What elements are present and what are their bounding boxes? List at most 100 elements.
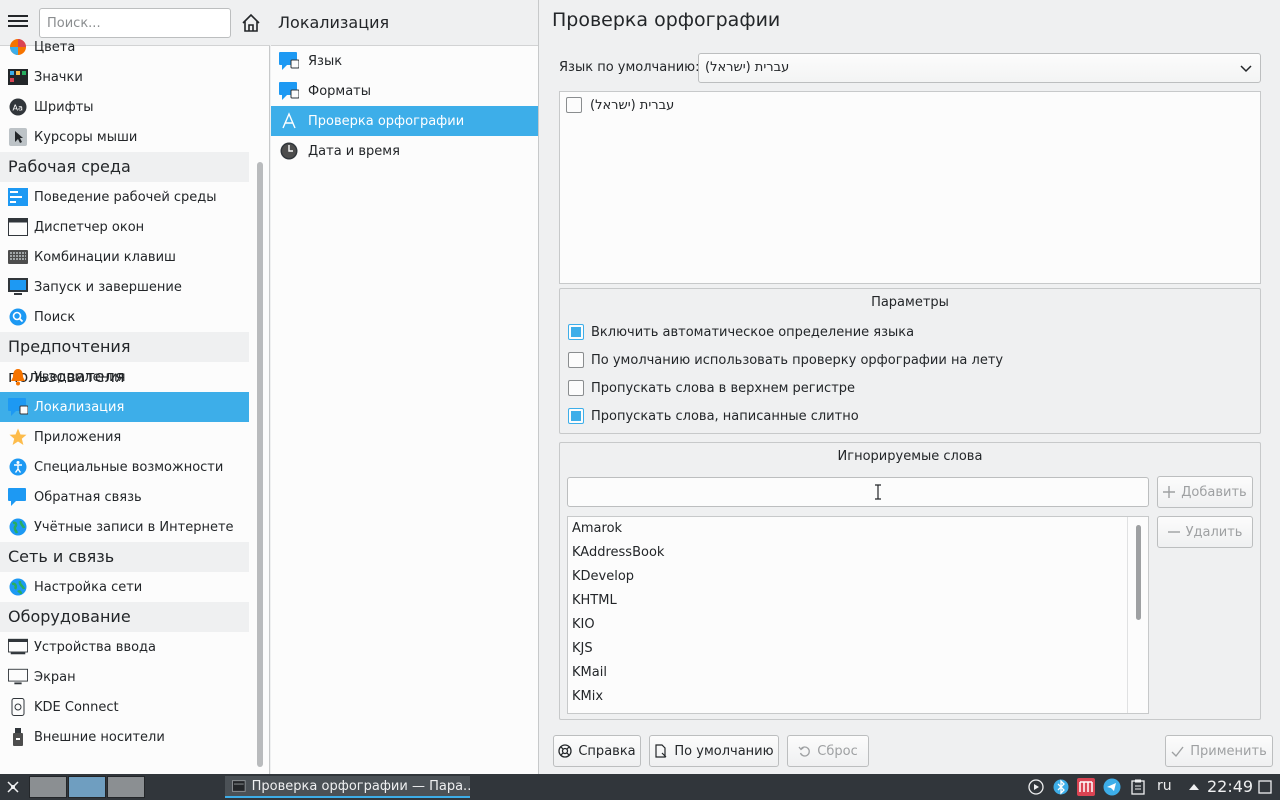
virtual-desktop-3[interactable] xyxy=(107,776,145,798)
sidebar-item[interactable]: Курсоры мыши xyxy=(0,122,249,152)
app-launcher-icon[interactable] xyxy=(5,779,21,795)
sidebar-item[interactable]: Aa Шрифты xyxy=(0,92,249,122)
ignored-word-item[interactable]: Amarok xyxy=(568,517,1148,541)
ignored-word-item[interactable]: KJS xyxy=(568,637,1148,661)
monitor-icon xyxy=(8,667,28,687)
show-desktop-icon[interactable] xyxy=(1256,778,1274,796)
input-devices-icon xyxy=(8,637,28,657)
sidebar-item-label: Цвета xyxy=(34,39,76,55)
clock[interactable]: 22:49 xyxy=(1207,777,1253,796)
virtual-desktop-1[interactable] xyxy=(29,776,67,798)
sidebar-item-label: Запуск и завершение xyxy=(34,279,182,295)
sidebar-item[interactable]: Цвета xyxy=(0,32,249,62)
localization-icon xyxy=(8,397,28,417)
option-label: Включить автоматическое определение язык… xyxy=(591,324,915,340)
bluetooth-icon[interactable] xyxy=(1052,778,1070,796)
accessibility-icon xyxy=(8,457,28,477)
subcategory-item[interactable]: Форматы xyxy=(271,76,538,106)
task-systemsettings[interactable]: Проверка орфографии — Пара... xyxy=(225,776,470,798)
network-icon xyxy=(8,577,28,597)
show-hidden-icons-icon[interactable] xyxy=(1185,778,1203,796)
parameters-title: Параметры xyxy=(871,295,949,310)
sidebar-item-label: Курсоры мыши xyxy=(34,129,138,145)
apply-label: Применить xyxy=(1190,743,1267,759)
ignored-words-group: Игнорируемые слова Добавить Удалить Amar… xyxy=(559,442,1261,720)
skip-uppercase-checkbox[interactable] xyxy=(568,380,584,396)
sidebar-item[interactable]: Комбинации клавиш xyxy=(0,242,249,272)
plus-icon xyxy=(1163,486,1176,498)
subcategory-item[interactable]: Язык xyxy=(271,46,538,76)
sidebar-item[interactable]: KDE Connect xyxy=(0,692,249,722)
add-word-button[interactable]: Добавить xyxy=(1157,476,1253,508)
language-checkbox[interactable] xyxy=(566,97,582,113)
keyboard-layout-indicator[interactable]: ru xyxy=(1157,778,1172,794)
sidebar-item[interactable]: Значки xyxy=(0,62,249,92)
option-spellcheck-on-the-fly[interactable]: По умолчанию использовать проверку орфог… xyxy=(568,352,1003,368)
sidebar-item-label: Диспетчер окон xyxy=(34,219,145,235)
hamburger-menu-icon[interactable] xyxy=(8,12,28,32)
sidebar-item[interactable]: Поиск xyxy=(0,302,249,332)
ignored-word-item[interactable]: KHTML xyxy=(568,589,1148,613)
help-button[interactable]: Справка xyxy=(553,735,641,767)
sidebar-item-label: Настройка сети xyxy=(34,579,143,595)
on-the-fly-checkbox[interactable] xyxy=(568,352,584,368)
default-language-select[interactable]: עברית (ישראל) xyxy=(698,53,1261,83)
sidebar-item-label: Внешние носители xyxy=(34,729,165,745)
sidebar-item[interactable]: Диспетчер окон xyxy=(0,212,249,242)
language-list: עברית (ישראל) xyxy=(559,91,1261,284)
option-skip-run-together[interactable]: Пропускать слова, написанные слитно xyxy=(568,408,859,424)
remove-word-button[interactable]: Удалить xyxy=(1157,516,1253,548)
sidebar-item[interactable]: Обратная связь xyxy=(0,482,249,512)
ignored-word-item[interactable]: KDevelop xyxy=(568,565,1148,589)
virtual-desktop-2[interactable] xyxy=(68,776,106,798)
apply-button[interactable]: Применить xyxy=(1165,735,1273,767)
startup-icon xyxy=(8,277,28,297)
search-icon xyxy=(8,307,28,327)
subcategory-item-label: Язык xyxy=(308,53,343,69)
remove-word-label: Удалить xyxy=(1185,524,1243,540)
sidebar-item-label: Обратная связь xyxy=(34,489,142,505)
defaults-button[interactable]: По умолчанию xyxy=(649,735,779,767)
ignored-word-item[interactable]: KAddressBook xyxy=(568,541,1148,565)
option-label: Пропускать слова в верхнем регистре xyxy=(591,380,856,396)
sidebar-item-label: Устройства ввода xyxy=(34,639,157,655)
subcategory-title: Локализация xyxy=(271,0,538,46)
home-icon[interactable] xyxy=(240,12,262,34)
sidebar-scrollbar[interactable] xyxy=(257,162,263,767)
spellcheck-icon xyxy=(279,111,299,131)
sidebar-item[interactable]: Учётные записи в Интернете xyxy=(0,512,249,542)
ignored-words-list: Amarok KAddressBook KDevelop KHTML KIO KJS KMa… xyxy=(567,516,1149,714)
telegram-icon[interactable] xyxy=(1103,778,1121,796)
phone-icon xyxy=(8,697,28,717)
ignored-word-input[interactable] xyxy=(567,477,1149,507)
subcategory-item[interactable]: Дата и время xyxy=(271,136,538,166)
subcategory-item[interactable]: Проверка орфографии xyxy=(271,106,538,136)
sidebar-item-label: Специальные возможности xyxy=(34,459,224,475)
sidebar-item[interactable]: Устройства ввода xyxy=(0,632,249,662)
sidebar-item[interactable]: Специальные возможности xyxy=(0,452,249,482)
sidebar-item[interactable]: Запуск и завершение xyxy=(0,272,249,302)
language-row[interactable]: עברית (ישראל) xyxy=(566,97,674,113)
sidebar-item[interactable]: Локализация xyxy=(0,392,249,422)
reset-button[interactable]: Сброс xyxy=(787,735,869,767)
media-player-icon[interactable] xyxy=(1027,778,1045,796)
ignored-word-item[interactable]: KIO xyxy=(568,613,1148,637)
option-skip-uppercase[interactable]: Пропускать слова в верхнем регистре xyxy=(568,380,855,396)
mail-app-icon[interactable] xyxy=(1077,778,1095,796)
ignored-word-item[interactable]: KMail xyxy=(568,661,1148,685)
sidebar-item[interactable]: Поведение рабочей среды xyxy=(0,182,249,212)
option-auto-detect-language[interactable]: Включить автоматическое определение язык… xyxy=(568,324,914,340)
sidebar-item[interactable]: Настройка сети xyxy=(0,572,249,602)
ignored-word-item[interactable]: KMix xyxy=(568,685,1148,709)
sidebar-item[interactable]: Приложения xyxy=(0,422,249,452)
sidebar-item-label: Поиск xyxy=(34,309,76,325)
skip-run-together-checkbox[interactable] xyxy=(568,408,584,424)
clipboard-icon[interactable] xyxy=(1129,778,1147,796)
ignored-words-scrollbar[interactable] xyxy=(1127,517,1148,713)
auto-detect-checkbox[interactable] xyxy=(568,324,584,340)
sidebar-category: Предпочтения пользователя xyxy=(0,332,249,386)
sidebar-item[interactable]: Экран xyxy=(0,662,249,692)
option-label: Пропускать слова, написанные слитно xyxy=(591,408,859,424)
sidebar-item[interactable]: Внешние носители xyxy=(0,722,249,752)
add-word-label: Добавить xyxy=(1181,484,1247,500)
